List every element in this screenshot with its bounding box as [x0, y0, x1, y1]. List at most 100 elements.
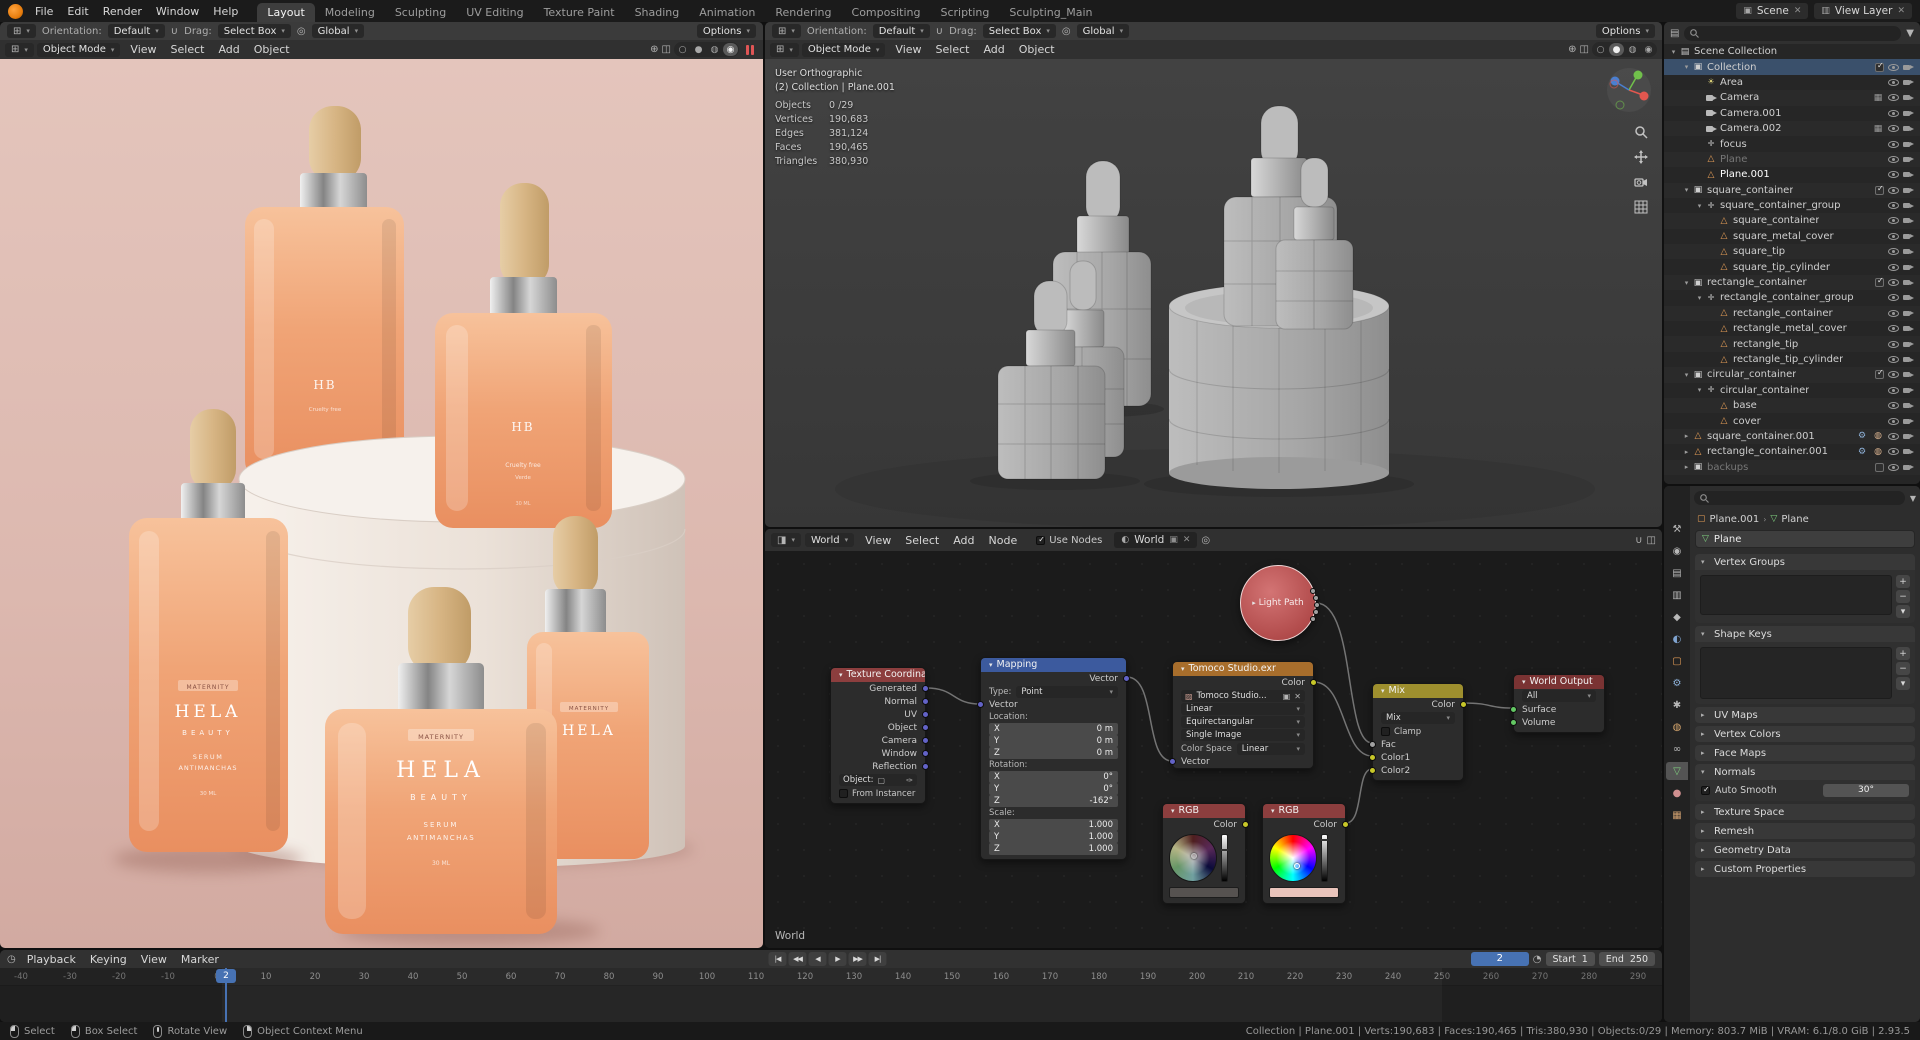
eyedropper-icon[interactable]: ✑ — [906, 776, 913, 785]
properties-tab-object[interactable]: ▢ — [1666, 652, 1688, 670]
menu-view[interactable]: View — [134, 952, 174, 967]
disable-in-renders-icon[interactable] — [1903, 448, 1914, 455]
color-wheel[interactable] — [1169, 834, 1217, 882]
outliner-row-rectangle-container[interactable]: rectangle_container — [1664, 305, 1920, 322]
auto-smooth-angle-field[interactable]: 30° — [1823, 784, 1909, 797]
socket-input-vector[interactable] — [977, 701, 984, 708]
exclude-checkbox[interactable] — [1875, 276, 1884, 288]
pause-render-button[interactable] — [746, 44, 754, 55]
show-gizmo-icon[interactable]: ⊕ — [1568, 44, 1576, 55]
hide-in-viewport-icon[interactable] — [1888, 356, 1899, 363]
frame-end-field[interactable]: End 250 — [1598, 952, 1655, 966]
outliner-row-square-container-group[interactable]: ▾ square_container_group — [1664, 198, 1920, 213]
options-dropdown[interactable]: Options — [696, 24, 756, 38]
node-header[interactable]: ▾Texture Coordinate — [831, 668, 925, 682]
location-y-field[interactable]: Y0 m — [989, 735, 1118, 747]
disclosure-triangle[interactable]: ▾ — [1668, 48, 1679, 56]
socket-output[interactable] — [1313, 595, 1319, 601]
socket-output-window[interactable] — [922, 750, 929, 757]
panel-header-vertex-colors[interactable]: ▸ Vertex Colors — [1695, 726, 1915, 742]
shader-editor[interactable]: ◨ World ViewSelectAddNode Use Nodes ◐ Wo… — [765, 529, 1662, 948]
viewport-right[interactable]: ⊞ Orientation: Default ∪ Drag: Select Bo… — [765, 22, 1662, 527]
use-nodes-toggle[interactable]: Use Nodes — [1028, 535, 1110, 546]
socket-input-surface[interactable] — [1510, 706, 1517, 713]
scale-x-field[interactable]: X 1.000 — [989, 819, 1118, 831]
hide-in-viewport-icon[interactable] — [1888, 463, 1899, 471]
hide-in-viewport-icon[interactable] — [1888, 325, 1899, 333]
hide-in-viewport-icon[interactable] — [1888, 94, 1899, 102]
socket-output-color[interactable] — [1310, 679, 1317, 686]
prev-keyframe-button[interactable]: ◀◀ — [788, 952, 807, 966]
blend-mode-dropdown[interactable]: Mix — [1381, 712, 1455, 724]
hide-in-viewport-icon[interactable] — [1888, 109, 1899, 117]
disable-in-renders-icon[interactable] — [1903, 387, 1914, 394]
socket-output[interactable] — [1313, 609, 1319, 615]
outliner-row-backups[interactable]: ▸ backups — [1664, 459, 1920, 475]
projection-dropdown[interactable]: Equirectangular — [1181, 716, 1305, 728]
shading-solid-icon[interactable]: ● — [691, 43, 706, 56]
node-world-output[interactable]: ▾World Output All SurfaceVolume — [1510, 674, 1605, 733]
node-mapping[interactable]: ▾Mapping Vector Type:Point Vector Locati… — [977, 657, 1130, 860]
properties-search-input[interactable] — [1694, 491, 1905, 505]
panel-header-shape-keys[interactable]: ▾ Shape Keys — [1695, 626, 1915, 642]
socket-output[interactable] — [1310, 616, 1316, 622]
workspace-tab-texture-paint[interactable]: Texture Paint — [534, 3, 625, 22]
panel-header-texture-space[interactable]: ▸ Texture Space — [1695, 804, 1915, 820]
menu-file[interactable]: File — [28, 4, 60, 19]
properties-tab-render[interactable]: ◉ — [1666, 542, 1688, 560]
socket-output[interactable] — [1310, 588, 1316, 594]
location-z-field[interactable]: Z0 m — [989, 747, 1118, 759]
disclosure-triangle[interactable]: ▸ — [1681, 448, 1692, 456]
color-swatch[interactable] — [1269, 887, 1339, 898]
menu-add[interactable]: Add — [211, 42, 246, 57]
panel-header-remesh[interactable]: ▸ Remesh — [1695, 823, 1915, 839]
disclosure-triangle[interactable]: ▾ — [1694, 202, 1705, 210]
toggle-grid-icon[interactable] — [1634, 200, 1648, 214]
hide-in-viewport-icon[interactable] — [1888, 125, 1899, 133]
outliner-row-rectangle-metal-cover[interactable]: rectangle_metal_cover — [1664, 321, 1920, 336]
disclosure-triangle[interactable]: ▾ — [1694, 386, 1705, 394]
outliner-row-plane[interactable]: Plane — [1664, 151, 1920, 168]
outliner-row-area[interactable]: Area — [1664, 75, 1920, 90]
outliner-row-square-tip-cylinder[interactable]: square_tip_cylinder — [1664, 259, 1920, 274]
properties-tab-scene[interactable]: ◆ — [1666, 608, 1688, 626]
mapping-type-dropdown[interactable]: Point — [1016, 685, 1118, 698]
disable-in-renders-icon[interactable] — [1903, 279, 1914, 286]
use-nodes-checkbox[interactable] — [1036, 535, 1046, 545]
socket-output-color[interactable] — [1342, 821, 1349, 828]
hide-in-viewport-icon[interactable] — [1888, 140, 1899, 148]
node-link[interactable] — [1463, 702, 1514, 709]
target-dropdown[interactable]: All — [1522, 690, 1596, 702]
transform-pivot-dropdown[interactable]: Global — [311, 24, 365, 38]
menu-window[interactable]: Window — [149, 4, 206, 19]
disable-in-renders-icon[interactable] — [1903, 156, 1914, 163]
exclude-checkbox[interactable] — [1875, 61, 1884, 72]
disable-in-renders-icon[interactable] — [1903, 294, 1914, 301]
disable-in-renders-icon[interactable] — [1903, 110, 1914, 117]
frame-start-field[interactable]: Start 1 — [1545, 952, 1595, 966]
node-header[interactable]: ▾ Mapping — [981, 658, 1126, 672]
pin-icon[interactable]: ◎ — [1201, 535, 1210, 546]
exclude-checkbox[interactable] — [1875, 462, 1884, 472]
outliner-search-input[interactable] — [1684, 25, 1902, 41]
use-preview-range-icon[interactable]: ◔ — [1533, 954, 1542, 965]
outliner-row-rectangle-container-001[interactable]: ▸ rectangle_container.001 — [1664, 444, 1920, 459]
disable-in-renders-icon[interactable] — [1903, 433, 1914, 440]
value-slider[interactable] — [1221, 834, 1228, 882]
exclude-checkbox[interactable] — [1875, 368, 1884, 380]
socket-output-color[interactable] — [1460, 701, 1467, 708]
color-wheel[interactable] — [1269, 834, 1317, 882]
properties-tab-texture[interactable]: ▦ — [1666, 806, 1688, 824]
from-instancer-checkbox[interactable] — [839, 789, 848, 798]
hide-in-viewport-icon[interactable] — [1888, 417, 1899, 425]
panel-header-custom-properties[interactable]: ▸ Custom Properties — [1695, 861, 1915, 877]
datablock-name-field[interactable]: ▽ Plane — [1695, 530, 1915, 548]
panel-header-uv-maps[interactable]: ▸ UV Maps — [1695, 707, 1915, 723]
outliner-row-camera-001[interactable]: Camera.001 — [1664, 106, 1920, 121]
workspace-tab-layout[interactable]: Layout — [257, 3, 315, 22]
scene-selector[interactable]: ▣ Scene ✕ — [1736, 3, 1809, 19]
snap-magnet-icon[interactable]: ∪ — [936, 26, 943, 37]
node-header[interactable]: ▾ RGB — [1263, 804, 1345, 818]
browse-image-icon[interactable]: ▣ — [1283, 692, 1291, 701]
socket-output-object[interactable] — [922, 724, 929, 731]
